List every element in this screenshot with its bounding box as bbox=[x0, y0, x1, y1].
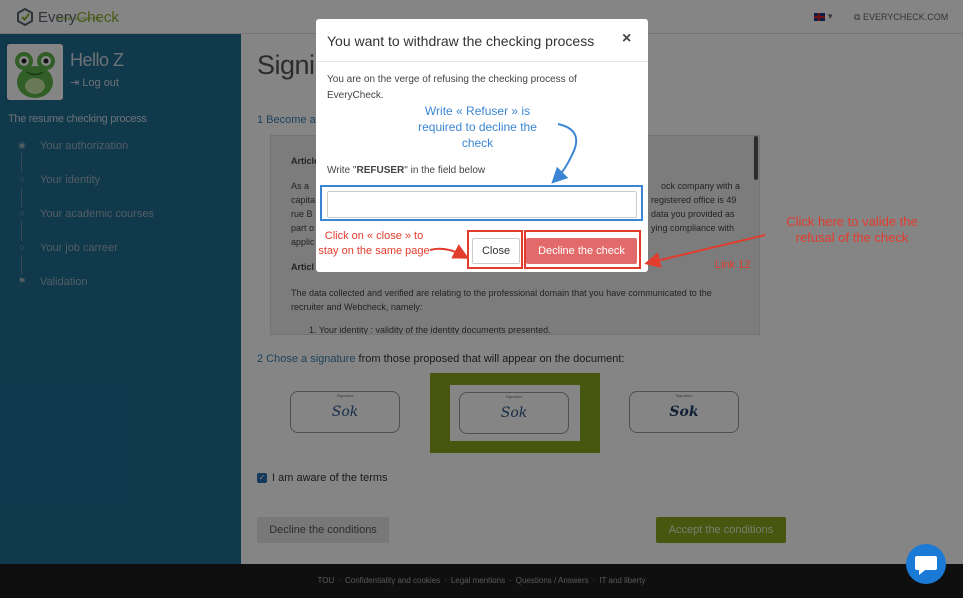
close-highlight-box bbox=[467, 230, 523, 269]
instruction-pre: Write " bbox=[327, 165, 357, 176]
decline-highlight-box bbox=[524, 230, 641, 269]
close-icon[interactable]: × bbox=[622, 30, 631, 48]
input-highlight-box bbox=[320, 185, 643, 221]
modal-title: You want to withdraw the checking proces… bbox=[327, 33, 595, 49]
annotation-link-label: Link 12 bbox=[715, 259, 751, 271]
instruction-keyword: REFUSER bbox=[356, 165, 405, 176]
instruction-post: " in the field below bbox=[404, 165, 486, 176]
modal-divider bbox=[316, 61, 648, 62]
modal-message: You are on the verge of refusing the che… bbox=[327, 74, 577, 101]
modal-instruction: Write "REFUSER" in the field below bbox=[327, 165, 485, 176]
chat-button[interactable] bbox=[906, 544, 946, 584]
annotation-close-note: Click on « close » to stay on the same p… bbox=[318, 230, 430, 257]
annotation-decline-note: Click here to valide the refusal of the … bbox=[786, 214, 918, 245]
annotation-blue-note: Write « Refuser » is required to decline… bbox=[418, 104, 537, 150]
chat-bubble-icon bbox=[915, 556, 937, 575]
